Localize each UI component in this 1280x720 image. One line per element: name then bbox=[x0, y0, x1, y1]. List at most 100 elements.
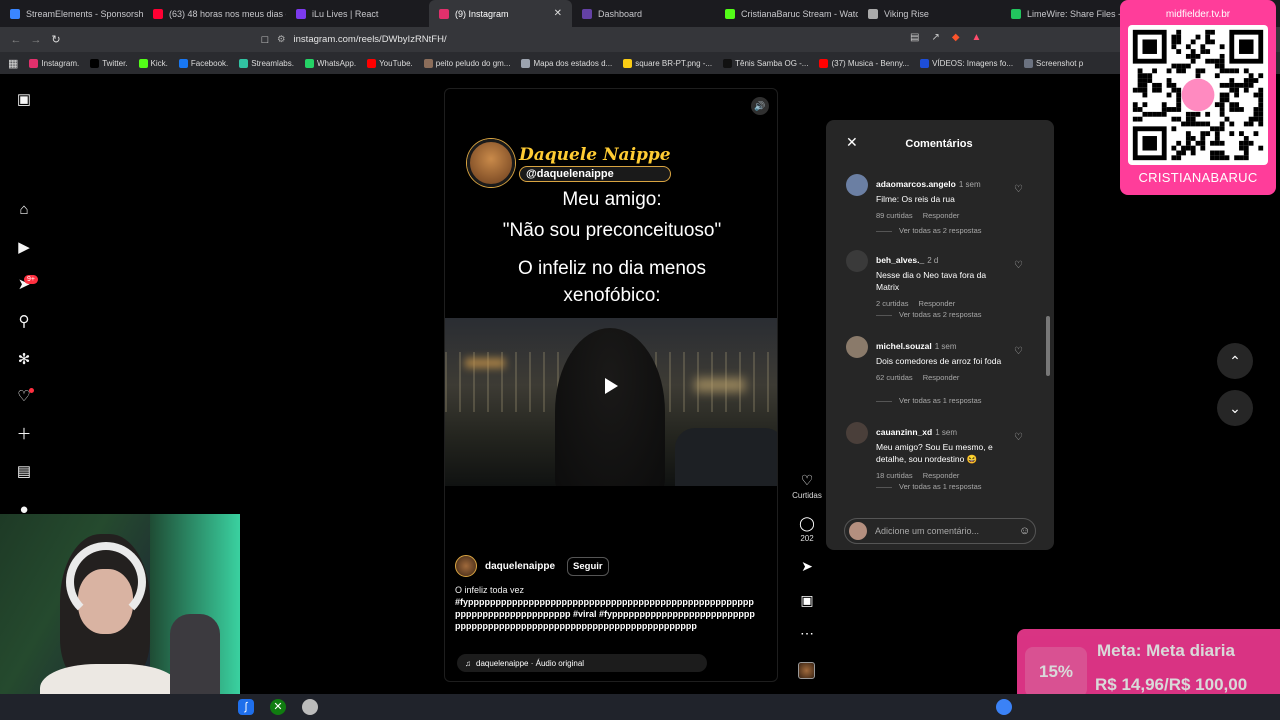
browser-tab[interactable]: CristianaBaruc Stream - Watch... bbox=[715, 0, 858, 27]
comment-action[interactable]: ◯ 202 bbox=[790, 515, 824, 543]
qr-module bbox=[1190, 58, 1196, 64]
bluetooth-icon[interactable]: ∫ bbox=[238, 699, 254, 715]
comment-input[interactable] bbox=[875, 526, 1015, 536]
like-action[interactable]: ♡ Curtidas bbox=[790, 472, 824, 500]
audio-link[interactable]: ♫ daquelenaippe · Áudio original bbox=[457, 654, 707, 672]
reply-button[interactable]: Responder bbox=[923, 211, 960, 220]
comment-input-box[interactable]: ☺ bbox=[844, 518, 1036, 544]
heart-icon[interactable]: ♡ bbox=[790, 472, 824, 489]
back-icon[interactable]: ← bbox=[6, 34, 26, 46]
comments-scrollbar[interactable] bbox=[1046, 166, 1050, 502]
bookmark-item[interactable]: YouTube. bbox=[367, 58, 413, 68]
tab-title: iLu Lives | React bbox=[312, 8, 379, 19]
scrollbar-thumb[interactable] bbox=[1046, 316, 1050, 376]
more-action[interactable]: ⋯ bbox=[790, 625, 824, 642]
view-replies-link[interactable]: Ver todas as 2 respostas bbox=[876, 226, 982, 235]
bookmark-item[interactable]: WhatsApp. bbox=[304, 58, 356, 68]
reply-button[interactable]: Responder bbox=[923, 373, 960, 382]
search-icon[interactable]: ⚲ bbox=[14, 312, 34, 332]
bookmark-item[interactable]: peito peludo do gm... bbox=[423, 58, 510, 68]
url-text: instagram.com/reels/DWbyIzRNtFH/ bbox=[293, 34, 447, 45]
comment-likes[interactable]: 18 curtidas bbox=[876, 471, 913, 480]
bookmark-star-icon[interactable]: □ bbox=[255, 34, 275, 46]
reply-button[interactable]: Responder bbox=[919, 299, 956, 308]
browser-tab[interactable]: (63) 48 horas nos meus dias de... bbox=[143, 0, 286, 27]
commenter-avatar[interactable] bbox=[846, 336, 868, 358]
close-tab-icon[interactable]: ✕ bbox=[554, 8, 562, 19]
reel-player[interactable]: 🔊 Daquele Naippe @daquelenaippe Meu amig… bbox=[444, 88, 778, 682]
reel-video-frame[interactable] bbox=[445, 318, 777, 486]
explore-icon[interactable]: ✻ bbox=[14, 350, 34, 370]
reels-icon[interactable]: ▶ bbox=[14, 238, 34, 258]
browser-tab[interactable]: iLu Lives | React bbox=[286, 0, 429, 27]
weather-icon[interactable] bbox=[996, 699, 1012, 715]
bookmark-item[interactable]: Mapa dos estados d... bbox=[521, 58, 612, 68]
dashboard-icon[interactable]: ▤ bbox=[14, 462, 34, 482]
commenter-avatar[interactable] bbox=[846, 422, 868, 444]
caption-hashtags[interactable]: #fyppppppppppppppppppppppppppppppppppppp… bbox=[455, 597, 755, 631]
view-replies-link[interactable]: Ver todas as 1 respostas bbox=[876, 396, 982, 405]
bookmark-item[interactable]: VÍDEOS: Imagens fo... bbox=[920, 58, 1013, 68]
bookmark-item[interactable]: (37) Musica - Benny... bbox=[819, 58, 909, 68]
commenter-avatar[interactable] bbox=[846, 174, 868, 196]
brave-rewards-icon[interactable]: ▲ bbox=[972, 32, 982, 43]
author-avatar[interactable] bbox=[455, 555, 477, 577]
xbox-icon[interactable]: ✕ bbox=[270, 699, 286, 715]
bookmark-item[interactable]: Twitter. bbox=[90, 58, 128, 68]
browser-tab[interactable]: Viking Rise bbox=[858, 0, 1001, 27]
brave-shield-icon[interactable]: ◆ bbox=[952, 32, 960, 43]
commenter-username[interactable]: michel.souzal bbox=[876, 341, 932, 351]
follow-button[interactable]: Seguir bbox=[567, 556, 609, 576]
browser-tab[interactable]: StreamElements - Sponsorships bbox=[0, 0, 143, 27]
comment-likes[interactable]: 89 curtidas bbox=[876, 211, 913, 220]
share-action[interactable]: ➤ bbox=[790, 558, 824, 575]
url-field[interactable]: ⚙ instagram.com/reels/DWbyIzRNtFH/ bbox=[277, 31, 997, 48]
commenter-username[interactable]: cauanzinn_xd bbox=[876, 427, 932, 437]
browser-tab[interactable]: Dashboard bbox=[572, 0, 715, 27]
bookmark-item[interactable]: square BR-PT.png -... bbox=[623, 58, 712, 68]
commenter-avatar[interactable] bbox=[846, 250, 868, 272]
comment-like-icon[interactable]: ♡ bbox=[1014, 432, 1023, 443]
audio-thumbnail[interactable] bbox=[798, 662, 815, 679]
comment-icon[interactable]: ◯ bbox=[790, 515, 824, 532]
previous-reel-button[interactable]: ⌃ bbox=[1217, 343, 1253, 379]
reload-icon[interactable]: ↻ bbox=[46, 33, 66, 46]
bookmark-item[interactable]: Facebook. bbox=[178, 58, 228, 68]
view-replies-link[interactable]: Ver todas as 1 respostas bbox=[876, 482, 982, 491]
bookmark-item[interactable]: Instagram. bbox=[29, 58, 79, 68]
view-replies-link[interactable]: Ver todas as 2 respostas bbox=[876, 310, 982, 319]
share-icon[interactable]: ↗ bbox=[931, 32, 939, 43]
create-icon[interactable]: ＋ bbox=[14, 425, 34, 445]
save-action[interactable]: ▣ bbox=[790, 592, 824, 609]
commenter-username[interactable]: beh_alves._ bbox=[876, 255, 924, 265]
send-icon[interactable]: ➤ bbox=[790, 558, 824, 575]
apps-grid-icon[interactable]: ▦ bbox=[8, 57, 18, 70]
comment-likes[interactable]: 2 curtidas bbox=[876, 299, 909, 308]
bookmark-item[interactable]: Tênis Samba OG -... bbox=[723, 58, 808, 68]
sound-icon[interactable]: 🔊 bbox=[751, 97, 769, 115]
emoji-icon[interactable]: ☺ bbox=[1019, 525, 1030, 537]
browser-tab[interactable]: (9) Instagram ✕ bbox=[429, 0, 572, 27]
home-icon[interactable]: ⌂ bbox=[14, 200, 34, 220]
comment-like-icon[interactable]: ♡ bbox=[1014, 260, 1023, 271]
bookmark-item[interactable]: Kick. bbox=[138, 58, 168, 68]
cast-icon[interactable]: ▤ bbox=[910, 32, 919, 43]
bookmarks-bar: ▦ Instagram. Twitter. Kick. Facebook. Stream… bbox=[0, 52, 1280, 74]
site-info-icon[interactable]: ⚙ bbox=[277, 34, 286, 45]
play-icon[interactable] bbox=[605, 378, 618, 394]
app-icon[interactable] bbox=[302, 699, 318, 715]
brand-avatar bbox=[467, 139, 515, 187]
instagram-logo-icon[interactable]: ▣ bbox=[14, 90, 34, 110]
bookmark-item[interactable]: Streamlabs. bbox=[239, 58, 294, 68]
reply-button[interactable]: Responder bbox=[923, 471, 960, 480]
more-options-icon[interactable]: ⋯ bbox=[790, 625, 824, 642]
bookmark-item[interactable]: Screenshot p bbox=[1024, 58, 1083, 68]
next-reel-button[interactable]: ⌄ bbox=[1217, 390, 1253, 426]
bookmark-icon[interactable]: ▣ bbox=[790, 592, 824, 609]
forward-icon[interactable]: → bbox=[26, 34, 46, 46]
comment-likes[interactable]: 62 curtidas bbox=[876, 373, 913, 382]
author-name[interactable]: daquelenaippe bbox=[485, 561, 555, 572]
commenter-username[interactable]: adaomarcos.angelo bbox=[876, 179, 956, 189]
comment-like-icon[interactable]: ♡ bbox=[1014, 184, 1023, 195]
comment-like-icon[interactable]: ♡ bbox=[1014, 346, 1023, 357]
